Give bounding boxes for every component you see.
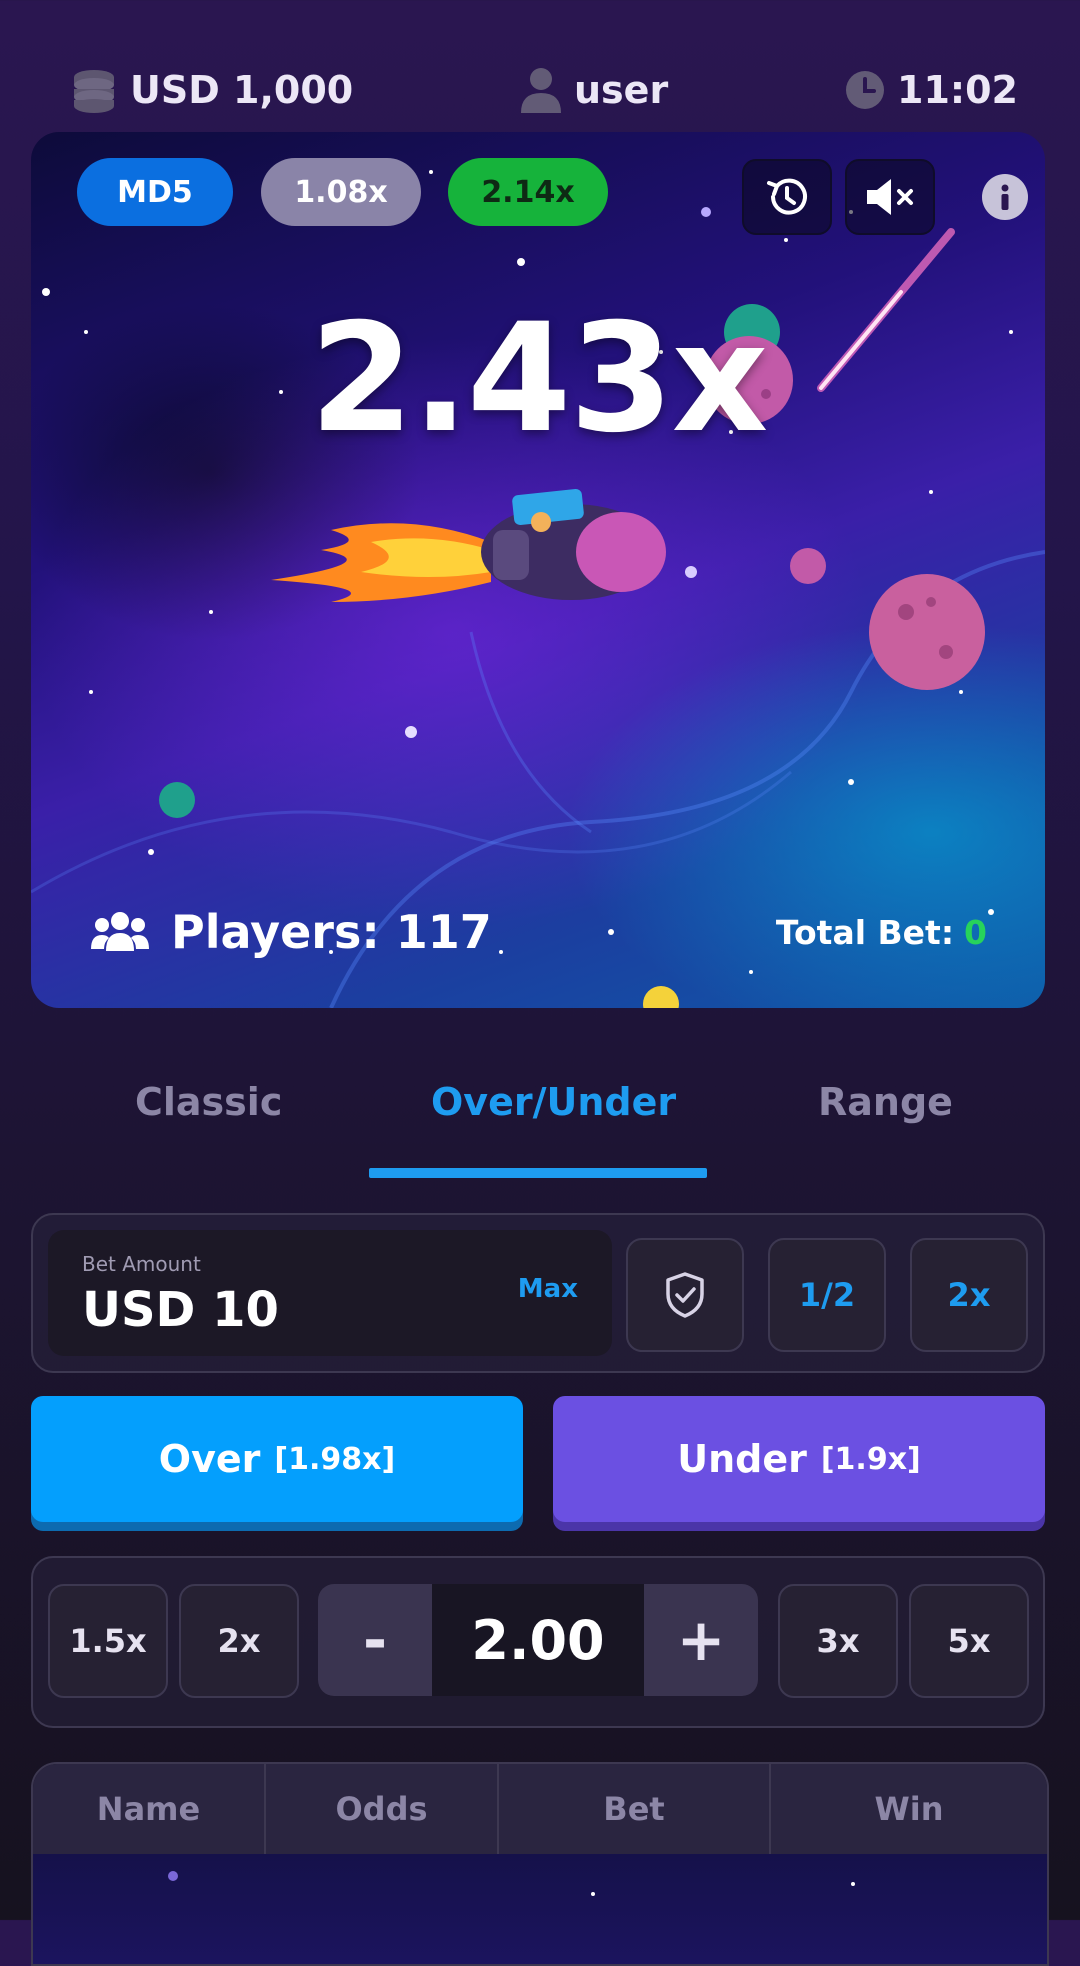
info-button[interactable] [982, 174, 1028, 220]
bet-amount-value[interactable]: USD 10 [82, 1282, 279, 1338]
history-badge-1[interactable]: 1.08x [261, 158, 421, 226]
coin-stack-icon [74, 70, 114, 113]
bet-amount-label: Bet Amount [82, 1252, 201, 1276]
sound-toggle-button[interactable] [845, 159, 935, 235]
column-bet: Bet [499, 1764, 771, 1854]
info-icon [1001, 184, 1009, 210]
under-button[interactable]: Under [1.9x] [553, 1396, 1045, 1522]
user-icon [521, 68, 561, 113]
preset-5x-button[interactable]: 5x [909, 1584, 1029, 1698]
increase-button[interactable]: + [644, 1584, 758, 1696]
balance-text: USD 1,000 [130, 68, 354, 112]
tab-range[interactable]: Range [818, 1080, 953, 1124]
bet-amount-field[interactable]: Bet Amount USD 10 Max [48, 1230, 612, 1356]
shield-check-icon [666, 1272, 704, 1318]
user-display: user [520, 60, 668, 120]
users-icon [91, 912, 149, 951]
preset-3x-button[interactable]: 3x [778, 1584, 898, 1698]
space-background [31, 170, 1045, 1008]
total-bet: Total Bet: 0 [776, 902, 987, 962]
over-button[interactable]: Over [1.98x] [31, 1396, 523, 1522]
column-win: Win [874, 1790, 944, 1828]
auto-protect-button[interactable] [626, 1238, 744, 1352]
table-background-stars [168, 1871, 855, 1896]
column-odds: Odds [266, 1764, 499, 1854]
balance-display: USD 1,000 [70, 60, 353, 120]
bets-table: Name Odds Bet Win [31, 1762, 1049, 1966]
mute-icon [867, 179, 913, 215]
double-bet-button[interactable]: 2x [910, 1238, 1028, 1352]
tab-over-under[interactable]: Over/Under [431, 1080, 676, 1124]
history-badge-2[interactable]: 2.14x [448, 158, 608, 226]
max-bet-button[interactable]: Max [518, 1274, 578, 1304]
current-multiplier: 2.43x [309, 292, 769, 466]
username-text: user [574, 68, 669, 112]
active-tab-indicator [369, 1168, 707, 1178]
time-text: 11:02 [897, 68, 1018, 112]
target-value[interactable]: 2.00 [432, 1584, 644, 1696]
history-icon [767, 178, 807, 215]
target-stepper: - 2.00 + [318, 1584, 758, 1696]
under-odds: [1.9x] [820, 1441, 921, 1477]
over-odds: [1.98x] [274, 1441, 396, 1477]
players-count: Players: 117 [91, 902, 492, 962]
preset-1-5x-button[interactable]: 1.5x [48, 1584, 168, 1698]
half-bet-button[interactable]: 1/2 [768, 1238, 886, 1352]
over-label: Over [158, 1437, 261, 1481]
decrease-button[interactable]: - [318, 1584, 432, 1696]
tab-classic[interactable]: Classic [135, 1080, 282, 1124]
clock-icon [846, 71, 884, 109]
top-bar: USD 1,000 user 11:02 [0, 60, 1080, 120]
clock-display: 11:02 [845, 60, 1018, 120]
preset-2x-button[interactable]: 2x [179, 1584, 299, 1698]
history-button[interactable] [742, 159, 832, 235]
md5-seed-button[interactable]: MD5 [77, 158, 233, 226]
table-body [33, 1854, 1047, 1964]
under-label: Under [677, 1437, 807, 1481]
game-stage: MD5 1.08x 2.14x 2.43x Players: 117 Total… [31, 132, 1045, 1008]
table-header: Name Odds Bet Win [33, 1764, 1047, 1854]
players-label: Players: 117 [171, 905, 492, 959]
total-bet-label: Total Bet: [775, 912, 955, 952]
total-bet-value: 0 [964, 912, 987, 952]
column-name: Name [33, 1764, 266, 1854]
